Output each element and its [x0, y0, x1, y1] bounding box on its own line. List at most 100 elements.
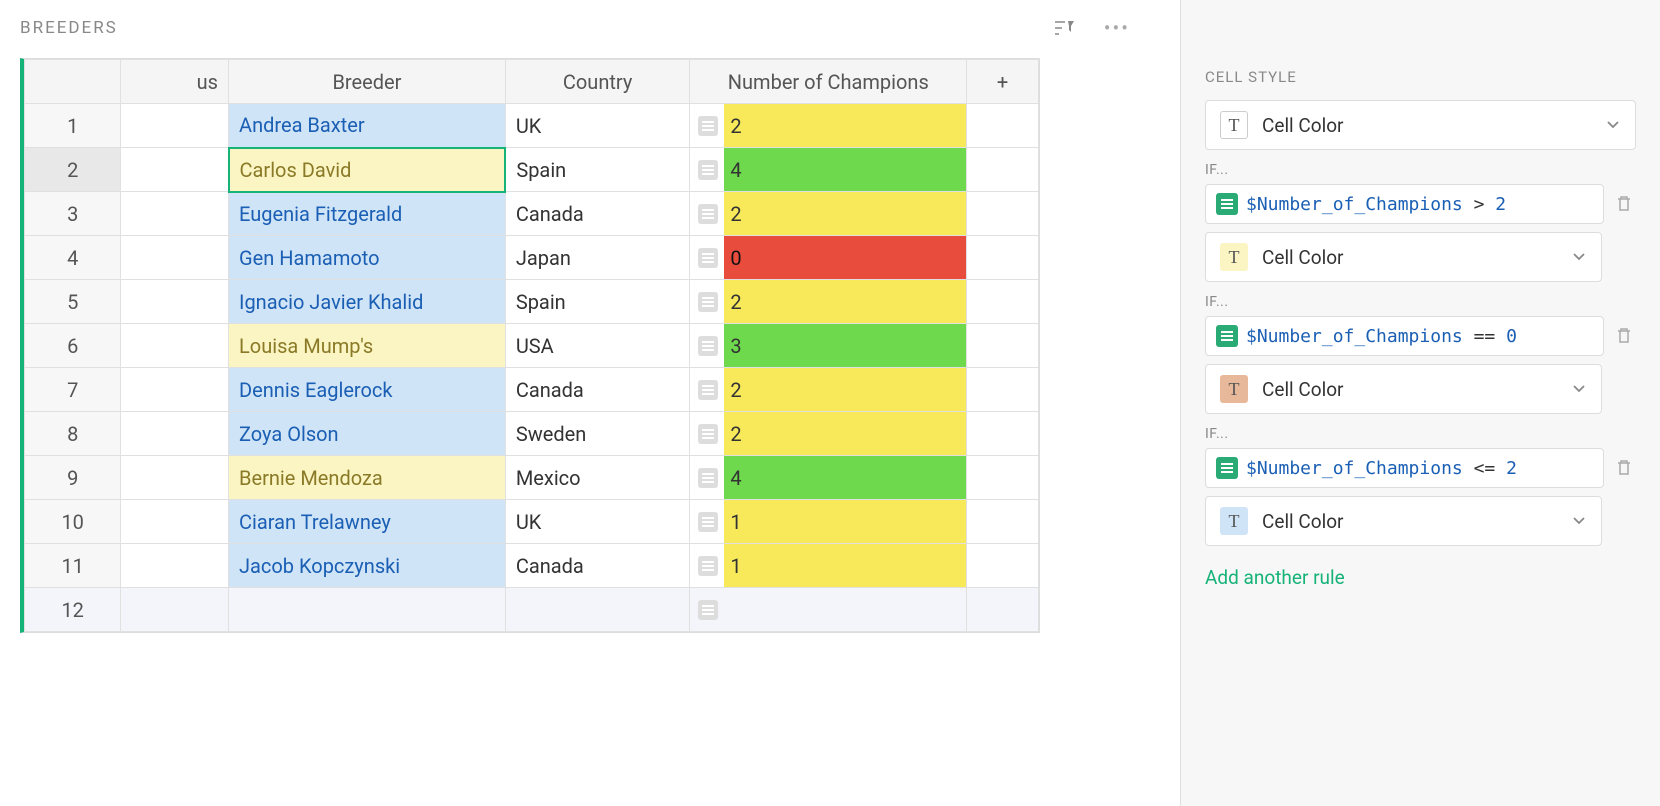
cell-champions[interactable]: 2 [690, 280, 967, 324]
delete-rule-icon[interactable] [1614, 193, 1636, 215]
cell-champions[interactable]: 3 [690, 324, 967, 368]
cell-country[interactable]: Mexico [505, 456, 690, 500]
cell-country[interactable]: UK [505, 500, 690, 544]
table-row[interactable]: 10 Ciaran TrelawneyUK1 [25, 500, 1039, 544]
row-number[interactable]: 2 [25, 148, 121, 192]
cell-extra[interactable] [967, 192, 1039, 236]
empty-cell[interactable] [229, 588, 506, 632]
cell-extra[interactable] [967, 148, 1039, 192]
cell-champions[interactable]: 4 [690, 456, 967, 500]
cell-us[interactable] [121, 324, 229, 368]
cell-country[interactable]: UK [505, 104, 690, 148]
row-number[interactable]: 8 [25, 412, 121, 456]
add-rule-button[interactable]: Add another rule [1205, 566, 1636, 589]
cell-us[interactable] [121, 192, 229, 236]
table-row[interactable]: 4 Gen HamamotoJapan0 [25, 236, 1039, 280]
table-row[interactable]: 11 Jacob KopczynskiCanada1 [25, 544, 1039, 588]
row-number[interactable]: 1 [25, 104, 121, 148]
cell-us[interactable] [121, 544, 229, 588]
cell-country[interactable]: Spain [505, 148, 690, 192]
cell-country[interactable]: Canada [505, 544, 690, 588]
cell-country[interactable]: Canada [505, 192, 690, 236]
cell-us[interactable] [121, 280, 229, 324]
cell-us[interactable] [121, 104, 229, 148]
row-number[interactable]: 10 [25, 500, 121, 544]
cell-extra[interactable] [967, 456, 1039, 500]
cell-champions[interactable]: 1 [690, 544, 967, 588]
table-row[interactable]: 1 Andrea BaxterUK2 [25, 104, 1039, 148]
cell-country[interactable]: Japan [505, 236, 690, 280]
cell-champions[interactable]: 2 [690, 412, 967, 456]
table-row[interactable]: 5 Ignacio Javier KhalidSpain2 [25, 280, 1039, 324]
table-row[interactable]: 8 Zoya OlsonSweden2 [25, 412, 1039, 456]
cell-us[interactable] [121, 412, 229, 456]
row-number[interactable]: 6 [25, 324, 121, 368]
cell-extra[interactable] [967, 368, 1039, 412]
cell-breeder[interactable]: Bernie Mendoza [229, 456, 506, 500]
formula-input[interactable]: $Number_of_Champions == 0 [1205, 316, 1604, 356]
rule-style-select[interactable]: TCell Color [1205, 232, 1602, 282]
cell-country[interactable]: Canada [505, 368, 690, 412]
formula-input[interactable]: $Number_of_Champions > 2 [1205, 184, 1604, 224]
cell-champions[interactable]: 1 [690, 500, 967, 544]
cell-extra[interactable] [967, 236, 1039, 280]
cell-breeder[interactable]: Ciaran Trelawney [229, 500, 506, 544]
cell-champions[interactable]: 2 [690, 368, 967, 412]
empty-cell[interactable] [967, 588, 1039, 632]
rule-style-select[interactable]: TCell Color [1205, 364, 1602, 414]
cell-country[interactable]: Sweden [505, 412, 690, 456]
delete-rule-icon[interactable] [1614, 325, 1636, 347]
row-number[interactable]: 11 [25, 544, 121, 588]
cell-extra[interactable] [967, 104, 1039, 148]
cell-us[interactable] [121, 236, 229, 280]
cell-country[interactable]: Spain [505, 280, 690, 324]
cell-breeder[interactable]: Eugenia Fitzgerald [229, 192, 506, 236]
cell-extra[interactable] [967, 544, 1039, 588]
column-header-partial[interactable]: us [121, 60, 229, 104]
cell-champions[interactable]: 2 [690, 192, 967, 236]
table-row[interactable]: 6 Louisa Mump'sUSA3 [25, 324, 1039, 368]
cell-extra[interactable] [967, 280, 1039, 324]
column-header-champions[interactable]: Number of Champions [690, 60, 967, 104]
row-number[interactable]: 4 [25, 236, 121, 280]
table-row[interactable]: 2 Carlos DavidSpain4 [25, 148, 1039, 192]
row-number[interactable]: 3 [25, 192, 121, 236]
cell-breeder[interactable]: Andrea Baxter [229, 104, 506, 148]
data-grid[interactable]: us Breeder Country Number of Champions +… [20, 58, 1040, 633]
delete-rule-icon[interactable] [1614, 457, 1636, 479]
row-number[interactable]: 7 [25, 368, 121, 412]
cell-breeder[interactable]: Gen Hamamoto [229, 236, 506, 280]
table-row[interactable]: 9 Bernie MendozaMexico4 [25, 456, 1039, 500]
cell-champions[interactable]: 0 [690, 236, 967, 280]
cell-breeder[interactable]: Ignacio Javier Khalid [229, 280, 506, 324]
filter-sort-icon[interactable] [1052, 16, 1076, 40]
more-menu-icon[interactable]: ••• [1104, 16, 1130, 40]
row-number[interactable]: 9 [25, 456, 121, 500]
cell-champions[interactable]: 2 [690, 104, 967, 148]
cell-us[interactable] [121, 500, 229, 544]
table-row[interactable]: 7 Dennis EaglerockCanada2 [25, 368, 1039, 412]
cell-extra[interactable] [967, 324, 1039, 368]
row-number[interactable]: 12 [25, 588, 121, 632]
cell-champions[interactable] [690, 588, 967, 632]
column-header-country[interactable]: Country [505, 60, 690, 104]
cell-country[interactable]: USA [505, 324, 690, 368]
cell-breeder[interactable]: Dennis Eaglerock [229, 368, 506, 412]
add-column-button[interactable]: + [967, 60, 1039, 104]
add-row[interactable]: 12 [25, 588, 1039, 632]
formula-input[interactable]: $Number_of_Champions <= 2 [1205, 448, 1604, 488]
table-row[interactable]: 3 Eugenia FitzgeraldCanada2 [25, 192, 1039, 236]
empty-cell[interactable] [505, 588, 690, 632]
rule-style-select[interactable]: TCell Color [1205, 496, 1602, 546]
cell-extra[interactable] [967, 500, 1039, 544]
cell-breeder[interactable]: Louisa Mump's [229, 324, 506, 368]
cell-us[interactable] [121, 368, 229, 412]
cell-champions[interactable]: 4 [690, 148, 967, 192]
cell-us[interactable] [121, 456, 229, 500]
cell-breeder[interactable]: Zoya Olson [229, 412, 506, 456]
cell-style-default-select[interactable]: T Cell Color [1205, 100, 1636, 150]
row-number[interactable]: 5 [25, 280, 121, 324]
cell-breeder[interactable]: Carlos David [229, 148, 506, 192]
column-header-breeder[interactable]: Breeder [229, 60, 506, 104]
cell-breeder[interactable]: Jacob Kopczynski [229, 544, 506, 588]
